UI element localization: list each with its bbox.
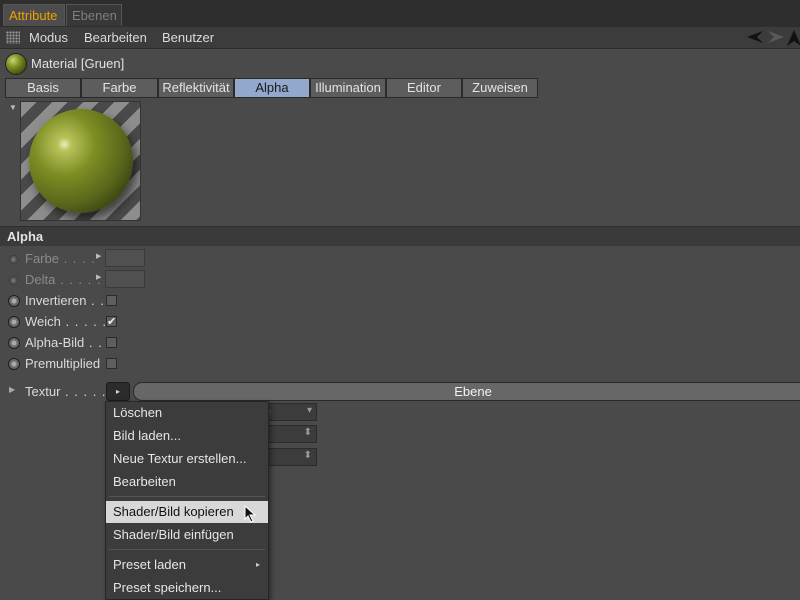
menu-item-bearbeiten[interactable]: Bearbeiten <box>106 471 268 493</box>
property-weich: Weich . . . . . . ✔ <box>0 312 800 332</box>
property-textur: ▶ Textur . . . . . . ▸ Ebene <box>0 382 800 402</box>
section-title: Alpha <box>7 229 44 244</box>
menu-item-preset-speichern[interactable]: Preset speichern... <box>106 577 268 599</box>
subtab-illumination[interactable]: Illumination <box>310 78 386 98</box>
animation-radio-icon <box>9 255 18 264</box>
mouse-cursor-icon <box>244 505 256 523</box>
tab-attribute[interactable]: Attribute <box>3 4 65 26</box>
property-label: Premultiplied <box>25 356 101 371</box>
subtab-editor[interactable]: Editor <box>386 78 462 98</box>
property-invertieren: Invertieren . . <box>0 291 800 311</box>
subtab-farbe[interactable]: Farbe <box>81 78 158 98</box>
property-label: Textur . . . . . . <box>25 384 116 399</box>
subtab-reflektivitaet[interactable]: Reflektivität <box>158 78 234 98</box>
menu-item-neue-textur[interactable]: Neue Textur erstellen... <box>106 448 268 470</box>
menu-item-preset-laden[interactable]: Preset laden ▸ <box>106 554 268 576</box>
property-premultiplied: Premultiplied <box>0 354 800 374</box>
menu-modus[interactable]: Modus <box>29 27 68 49</box>
weich-checkbox[interactable]: ✔ <box>106 316 117 328</box>
tab-ebenen[interactable]: Ebenen <box>66 4 122 26</box>
property-label: Invertieren . . <box>25 293 105 308</box>
preview-sphere <box>29 109 133 213</box>
property-label: Delta . . . . . <box>25 272 102 287</box>
menu-item-loeschen[interactable]: Löschen <box>106 402 268 424</box>
section-header-alpha: Alpha <box>0 226 800 246</box>
texture-field[interactable]: Ebene <box>133 382 800 401</box>
property-alpha-bild: Alpha-Bild . . <box>0 333 800 353</box>
alpha-bild-checkbox[interactable] <box>106 337 117 348</box>
invertieren-checkbox[interactable] <box>106 295 117 306</box>
menu-separator <box>109 549 265 550</box>
animation-radio-icon[interactable] <box>8 295 20 307</box>
menu-item-shader-einfuegen[interactable]: Shader/Bild einfügen <box>106 524 268 546</box>
menu-bar: Modus Bearbeiten Benutzer <box>0 27 800 49</box>
subtab-zuweisen[interactable]: Zuweisen <box>462 78 538 98</box>
color-swatch <box>105 249 145 267</box>
panel-tab-bar: Attribute Ebenen <box>0 0 800 27</box>
animation-radio-icon <box>9 276 18 285</box>
animation-radio-icon[interactable] <box>8 337 20 349</box>
material-preview <box>20 101 141 221</box>
property-farbe: Farbe . . . . ▶ <box>0 249 800 269</box>
property-label: Weich . . . . . . <box>25 314 117 329</box>
material-header: Material [Gruen] <box>0 52 800 76</box>
menu-bearbeiten[interactable]: Bearbeiten <box>84 27 147 49</box>
subtab-basis[interactable]: Basis <box>5 78 81 98</box>
property-delta: Delta . . . . . ▶ <box>0 270 800 290</box>
property-label: Alpha-Bild . . <box>25 335 103 350</box>
subtab-alpha[interactable]: Alpha <box>234 78 310 98</box>
dropdown-arrow-icon: ▾ <box>306 405 312 416</box>
spinner-arrow-icon: ⬍ <box>303 450 312 461</box>
texture-context-menu: Löschen Bild laden... Neue Textur erstel… <box>105 401 269 600</box>
grip-handle-icon[interactable] <box>6 31 20 44</box>
menu-item-bild-laden[interactable]: Bild laden... <box>106 425 268 447</box>
collapse-triangle-icon[interactable]: ▼ <box>9 103 17 112</box>
spinner-arrow-icon: ⬍ <box>303 427 312 438</box>
expand-arrow-icon: ▶ <box>96 253 102 260</box>
property-label: Farbe . . . . <box>25 251 96 266</box>
animation-radio-icon[interactable] <box>8 316 20 328</box>
premultiplied-checkbox[interactable] <box>106 358 117 369</box>
submenu-arrow-icon: ▸ <box>255 560 260 569</box>
expand-arrow-icon[interactable]: ▶ <box>9 385 15 394</box>
menu-benutzer[interactable]: Benutzer <box>162 27 214 49</box>
arrow-left-icon[interactable] <box>747 30 765 46</box>
menu-separator <box>109 496 265 497</box>
expand-arrow-icon: ▶ <box>96 274 102 281</box>
arrow-up-icon[interactable] <box>787 30 800 46</box>
material-thumbnail-icon <box>5 53 27 75</box>
texture-menu-button[interactable]: ▸ <box>106 382 130 401</box>
arrow-right-icon[interactable] <box>766 30 784 46</box>
material-name: Material [Gruen] <box>31 56 125 71</box>
animation-radio-icon[interactable] <box>8 358 20 370</box>
color-swatch <box>105 270 145 288</box>
